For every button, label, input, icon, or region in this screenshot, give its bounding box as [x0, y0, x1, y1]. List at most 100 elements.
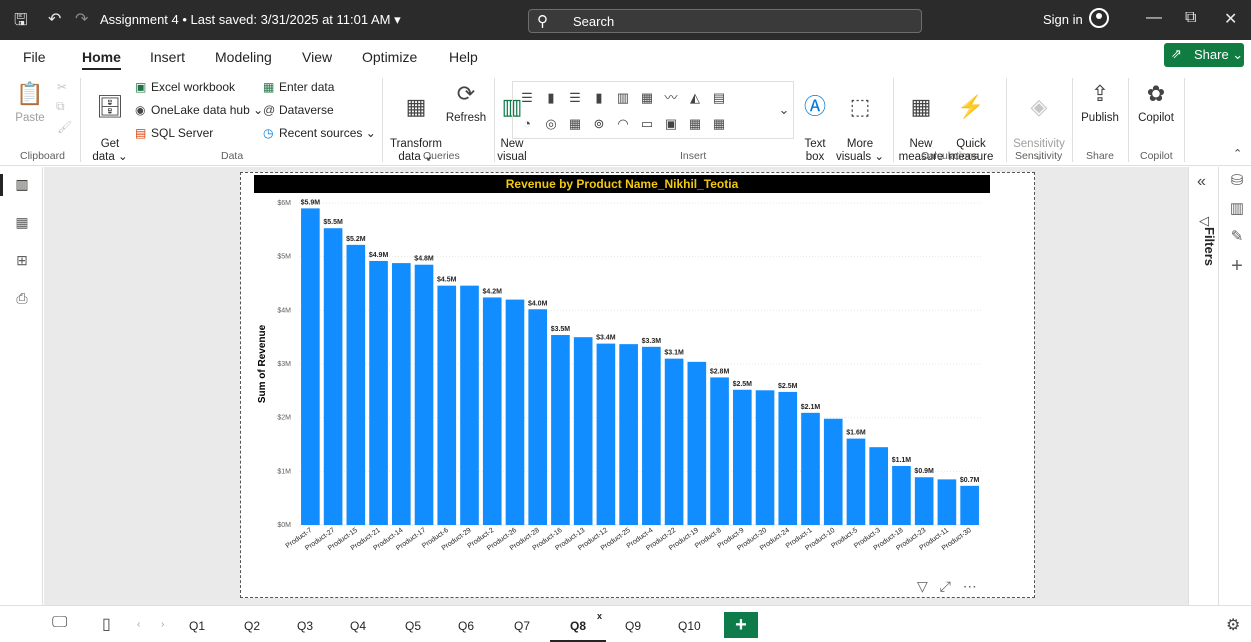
enter-data-button[interactable]: ▦ Enter data	[263, 80, 334, 94]
onelake-button[interactable]: ◉ OneLake data hub ⌄	[135, 103, 263, 117]
search-input[interactable]: ⚲ Search	[528, 9, 922, 33]
bar[interactable]	[710, 377, 729, 525]
tab-home[interactable]: Home	[82, 49, 121, 71]
mobile-layout-icon[interactable]: ▯	[102, 614, 111, 634]
line-chart-icon[interactable]: 〰	[661, 88, 681, 108]
tab-file[interactable]: File	[23, 49, 46, 65]
desktop-layout-icon[interactable]: 🖵	[52, 614, 67, 632]
add-page-button[interactable]: +	[724, 612, 758, 638]
filter-icon[interactable]: ▽	[917, 578, 928, 594]
model-view-icon[interactable]: ⊞	[12, 252, 32, 272]
document-title[interactable]: Assignment 4 • Last saved: 3/31/2025 at …	[100, 12, 401, 28]
matrix-icon[interactable]: ▦	[709, 114, 729, 134]
copy-icon[interactable]: ⧉	[56, 99, 65, 114]
paste-button[interactable]: 📋 Paste	[12, 80, 48, 125]
tab-insert[interactable]: Insert	[150, 49, 185, 65]
bar[interactable]	[642, 346, 661, 525]
bar-chart-visual[interactable]: Revenue by Product Name_Nikhil_Teotia $0…	[240, 172, 1035, 598]
page-tab-q5[interactable]: Q5	[405, 619, 421, 633]
bar[interactable]	[801, 412, 820, 525]
clustered-bar-icon[interactable]: ☰	[565, 88, 585, 108]
sql-server-button[interactable]: ▤ SQL Server	[135, 126, 213, 140]
waterfall-icon[interactable]: ▤	[709, 88, 729, 108]
donut-chart-icon[interactable]: ◎	[541, 114, 561, 134]
sign-in-link[interactable]: Sign in	[1043, 12, 1083, 27]
bar[interactable]	[528, 309, 548, 525]
collapse-ribbon-icon[interactable]: ⌃	[1233, 147, 1242, 160]
dax-query-view-icon[interactable]: ⎙	[12, 290, 32, 310]
bar[interactable]	[460, 285, 479, 525]
settings-icon[interactable]: ⚙	[1226, 615, 1240, 635]
bar[interactable]	[937, 479, 957, 525]
treemap-icon[interactable]: ▦	[565, 114, 585, 134]
bar[interactable]	[732, 389, 752, 525]
area-chart-icon[interactable]: ◭	[685, 88, 705, 108]
ribbon-chart-icon[interactable]: ▦	[637, 88, 657, 108]
stacked-bar-icon[interactable]: ☰	[517, 88, 537, 108]
data-pane-icon[interactable]: ⛁	[1228, 171, 1246, 189]
cut-icon[interactable]: ✂	[57, 80, 67, 94]
format-pane-icon[interactable]: ✎	[1228, 227, 1246, 245]
format-painter-icon[interactable]: 🖌	[57, 120, 72, 134]
bar[interactable]	[573, 337, 593, 525]
bar[interactable]	[482, 297, 502, 525]
minimize-icon[interactable]: —	[1146, 9, 1162, 27]
page-tab-q8[interactable]: Q8	[549, 619, 607, 642]
collapse-pane-icon[interactable]: «	[1197, 173, 1206, 191]
bar[interactable]	[755, 390, 775, 525]
bar[interactable]	[664, 358, 684, 525]
redo-icon[interactable]: ↷	[75, 9, 88, 29]
page-tab-q9[interactable]: Q9	[625, 619, 641, 633]
table-view-icon[interactable]: ▦	[12, 214, 32, 234]
bar[interactable]	[437, 285, 457, 525]
bar[interactable]	[892, 465, 911, 525]
page-tab-q7[interactable]: Q7	[514, 619, 530, 633]
scroll-left-icon[interactable]: ‹	[137, 619, 140, 630]
more-visuals-button[interactable]: ⬚ More visuals ⌄	[836, 80, 884, 164]
tab-optimize[interactable]: Optimize	[362, 49, 417, 65]
bar[interactable]	[414, 264, 434, 525]
text-box-button[interactable]: Ⓐ Text box	[798, 80, 832, 164]
kpi-icon[interactable]: ▣	[661, 114, 681, 134]
bar[interactable]	[869, 447, 889, 525]
bar[interactable]	[323, 228, 343, 525]
more-options-icon[interactable]: ⋯	[963, 578, 977, 594]
bar[interactable]	[619, 344, 638, 525]
gauge-icon[interactable]: ◠	[613, 114, 633, 134]
bar[interactable]	[301, 208, 320, 525]
map-icon[interactable]: ⊚	[589, 114, 609, 134]
visualizations-pane-icon[interactable]: ▥	[1228, 199, 1246, 217]
pie-chart-icon[interactable]: ◔	[517, 114, 537, 134]
bar[interactable]	[778, 391, 798, 525]
scroll-right-icon[interactable]: ›	[161, 619, 164, 630]
table-visual-icon[interactable]: ▦	[685, 114, 705, 134]
page-tab-q10[interactable]: Q10	[678, 619, 701, 633]
card-icon[interactable]: ▭	[637, 114, 657, 134]
get-data-button[interactable]: 🗄 Get data ⌄	[88, 80, 132, 164]
undo-icon[interactable]: ↶	[48, 9, 61, 29]
close-page-icon[interactable]: x	[597, 611, 602, 621]
page-tab-q6[interactable]: Q6	[458, 619, 474, 633]
stacked-column-100-icon[interactable]: ▥	[613, 88, 633, 108]
clustered-column-icon[interactable]: ▮	[589, 88, 609, 108]
bar[interactable]	[346, 244, 366, 526]
page-tab-q1[interactable]: Q1	[189, 619, 205, 633]
tab-help[interactable]: Help	[449, 49, 478, 65]
refresh-button[interactable]: ⟳ Refresh	[444, 80, 488, 125]
save-icon[interactable]: 🖫	[14, 9, 28, 36]
bar[interactable]	[687, 361, 707, 525]
copilot-button[interactable]: ✿ Copilot	[1133, 80, 1179, 125]
page-tab-q4[interactable]: Q4	[350, 619, 366, 633]
gallery-expand-icon[interactable]: ⌄	[777, 100, 791, 120]
bar[interactable]	[391, 263, 411, 525]
bar[interactable]	[551, 335, 570, 525]
page-tab-q3[interactable]: Q3	[297, 619, 313, 633]
bar[interactable]	[846, 438, 866, 525]
user-icon[interactable]	[1089, 8, 1109, 28]
bar[interactable]	[823, 418, 843, 525]
report-view-icon[interactable]: ▥	[0, 174, 32, 196]
tab-modeling[interactable]: Modeling	[215, 49, 272, 65]
bar[interactable]	[505, 299, 525, 525]
close-icon[interactable]: ✕	[1224, 9, 1237, 29]
publish-button[interactable]: ⇪ Publish	[1077, 80, 1123, 125]
